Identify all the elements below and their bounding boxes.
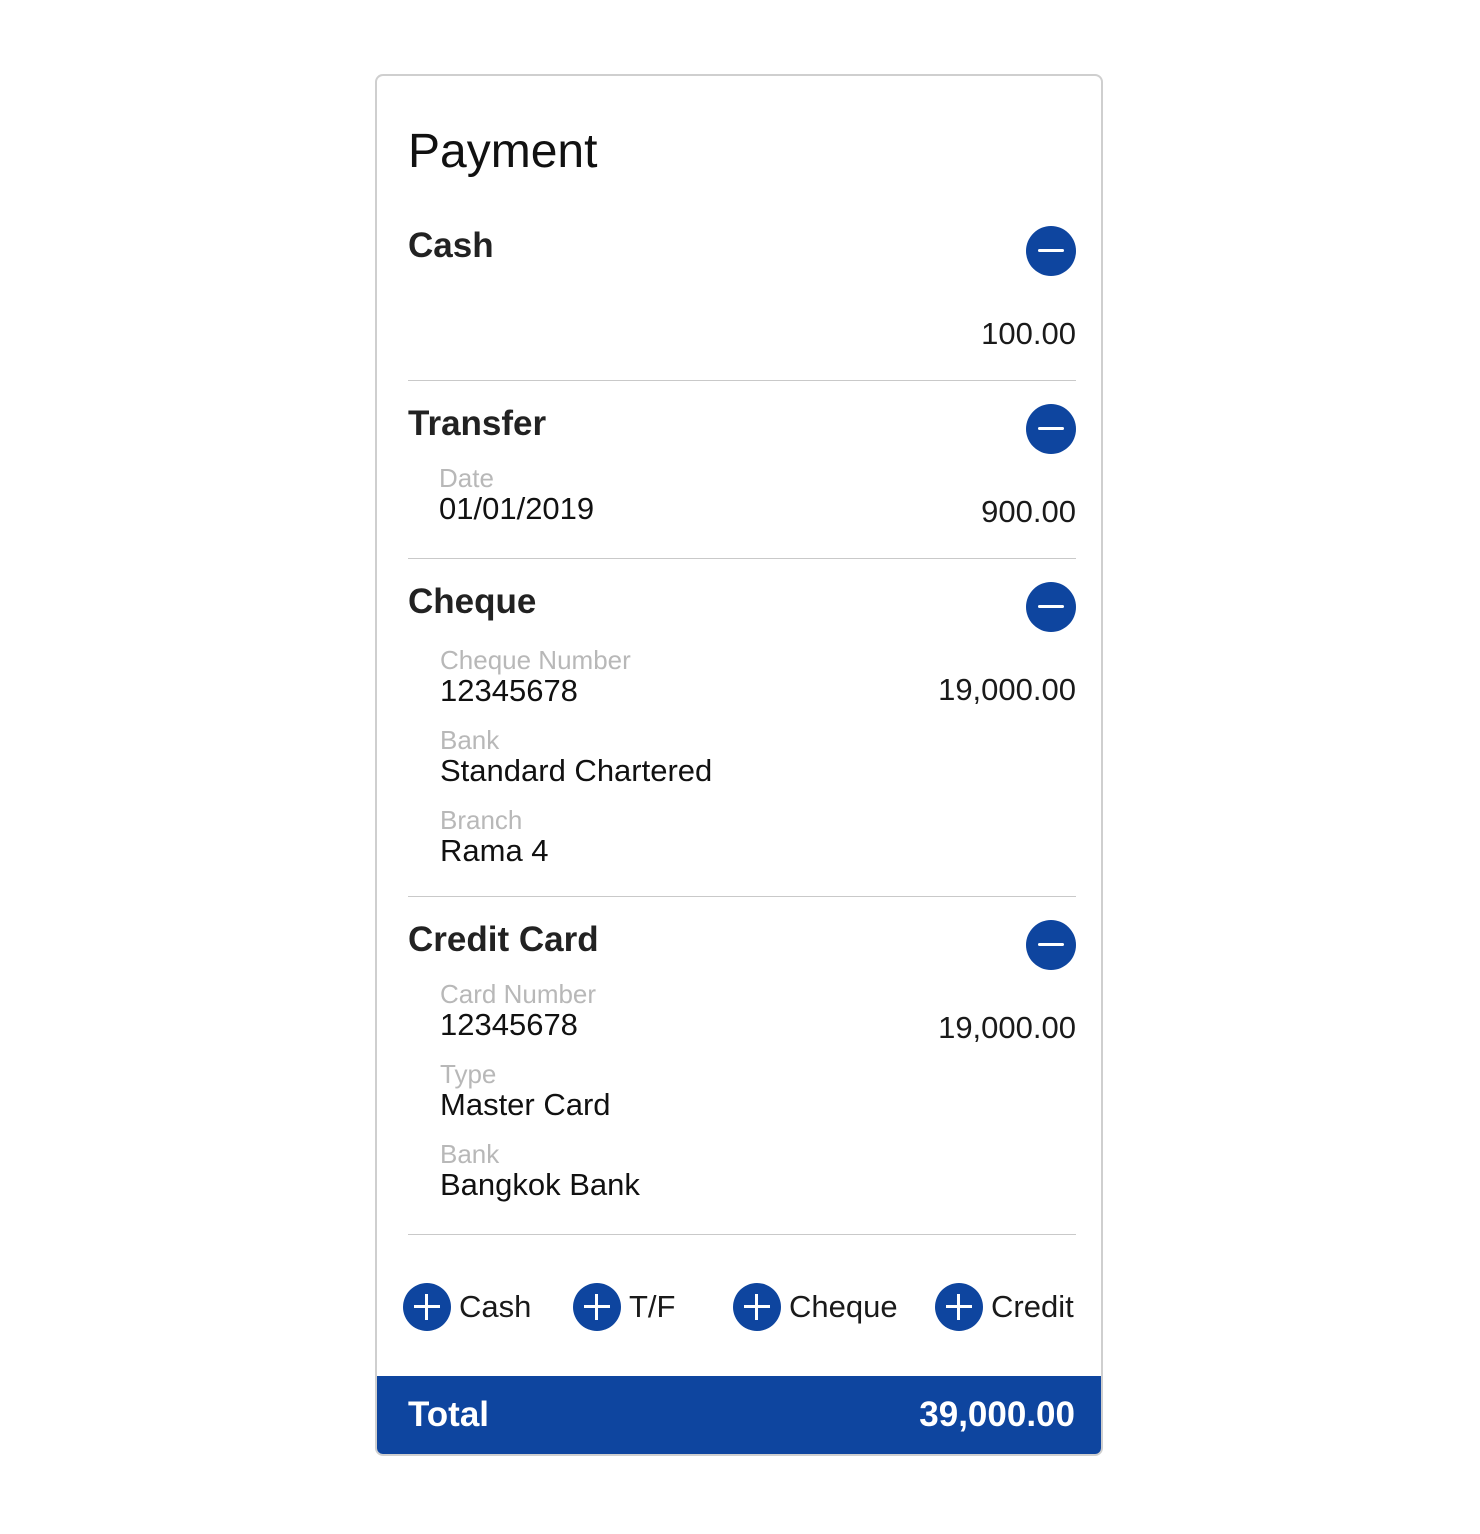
add-cheque-label: Cheque bbox=[789, 1289, 898, 1324]
divider bbox=[408, 1234, 1076, 1235]
card-type-value: Master Card bbox=[440, 1087, 611, 1122]
cheque-branch-label: Branch bbox=[440, 805, 523, 835]
credit-card-section: Credit Card Card Number 12345678 19,000.… bbox=[408, 920, 1076, 1230]
total-bar: Total 39,000.00 bbox=[377, 1376, 1101, 1454]
transfer-date-value: 01/01/2019 bbox=[439, 491, 595, 526]
credit-card-section-title: Credit Card bbox=[408, 920, 599, 959]
cheque-bank-field: Bank Standard Chartered bbox=[440, 726, 712, 788]
cheque-branch-value: Rama 4 bbox=[440, 833, 549, 868]
total-label: Total bbox=[408, 1395, 490, 1434]
plus-icon bbox=[733, 1283, 781, 1331]
cheque-section: Cheque Cheque Number 12345678 19,000.00 … bbox=[408, 582, 1076, 892]
transfer-date-field: Date 01/01/2019 bbox=[439, 464, 594, 526]
card-type-label: Type bbox=[440, 1059, 497, 1089]
card-number-label: Card Number bbox=[440, 979, 597, 1009]
transfer-date-label: Date bbox=[439, 463, 494, 493]
cheque-number-label: Cheque Number bbox=[440, 645, 631, 675]
card-number-field: Card Number 12345678 bbox=[440, 980, 596, 1042]
transfer-amount: 900.00 bbox=[981, 494, 1076, 529]
cheque-amount: 19,000.00 bbox=[938, 672, 1076, 707]
add-cash-label: Cash bbox=[459, 1289, 532, 1324]
remove-credit-card-button[interactable] bbox=[1026, 920, 1076, 970]
card-bank-label: Bank bbox=[440, 1139, 500, 1169]
cheque-bank-label: Bank bbox=[440, 725, 500, 755]
plus-icon bbox=[935, 1283, 983, 1331]
divider bbox=[408, 380, 1076, 381]
cheque-section-title: Cheque bbox=[408, 582, 537, 621]
credit-card-amount: 19,000.00 bbox=[938, 1010, 1076, 1045]
cheque-number-value: 12345678 bbox=[440, 673, 578, 708]
cheque-bank-value: Standard Chartered bbox=[440, 753, 713, 788]
cheque-branch-field: Branch Rama 4 bbox=[440, 806, 549, 868]
remove-cheque-button[interactable] bbox=[1026, 582, 1076, 632]
add-transfer-button[interactable]: T/F bbox=[573, 1283, 676, 1331]
add-credit-label: Credit bbox=[991, 1289, 1074, 1324]
cash-amount: 100.00 bbox=[981, 316, 1076, 351]
transfer-section: Transfer Date 01/01/2019 900.00 bbox=[408, 404, 1076, 554]
plus-icon bbox=[573, 1283, 621, 1331]
plus-icon bbox=[403, 1283, 451, 1331]
card-bank-field: Bank Bangkok Bank bbox=[440, 1140, 640, 1202]
add-transfer-label: T/F bbox=[629, 1289, 676, 1324]
payment-card: Payment Cash 100.00 Transfer Date 01/01/… bbox=[375, 74, 1103, 1456]
card-type-field: Type Master Card bbox=[440, 1060, 611, 1122]
total-value: 39,000.00 bbox=[919, 1395, 1075, 1434]
card-bank-value: Bangkok Bank bbox=[440, 1167, 640, 1202]
transfer-section-title: Transfer bbox=[408, 404, 547, 443]
cheque-number-field: Cheque Number 12345678 bbox=[440, 646, 631, 708]
card-number-value: 12345678 bbox=[440, 1007, 578, 1042]
remove-cash-button[interactable] bbox=[1026, 226, 1076, 276]
cash-section-title: Cash bbox=[408, 226, 494, 265]
cash-section: Cash 100.00 bbox=[408, 226, 1076, 376]
page-title: Payment bbox=[408, 125, 598, 178]
add-credit-button[interactable]: Credit bbox=[935, 1283, 1074, 1331]
remove-transfer-button[interactable] bbox=[1026, 404, 1076, 454]
divider bbox=[408, 558, 1076, 559]
divider bbox=[408, 896, 1076, 897]
add-cheque-button[interactable]: Cheque bbox=[733, 1283, 898, 1331]
add-cash-button[interactable]: Cash bbox=[403, 1283, 531, 1331]
